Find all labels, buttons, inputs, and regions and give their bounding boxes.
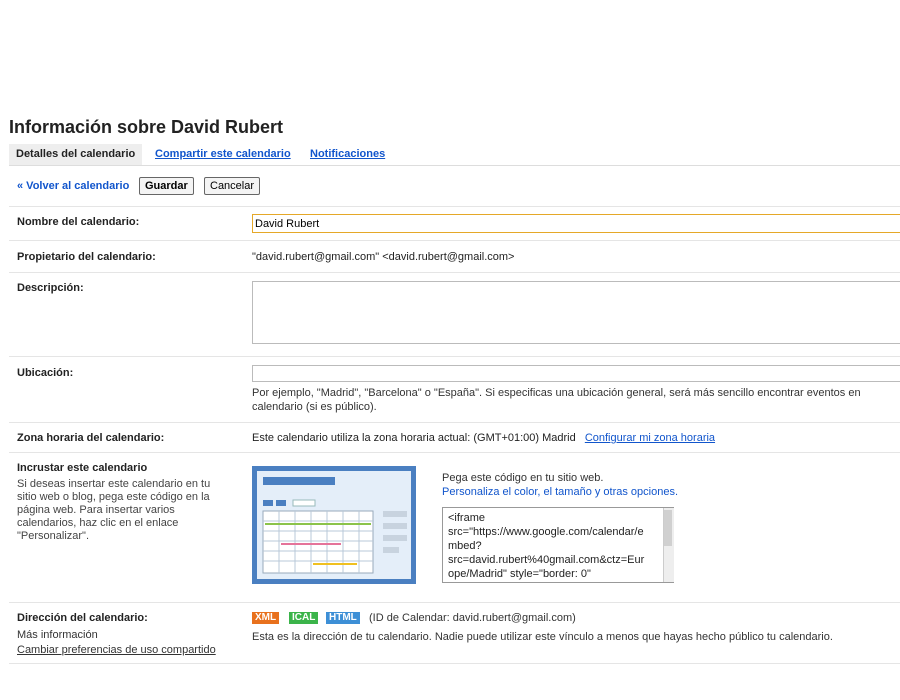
- change-sharing-link[interactable]: Cambiar preferencias de uso compartido: [17, 643, 216, 657]
- timezone-label: Zona horaria del calendario:: [17, 432, 165, 444]
- more-info-link[interactable]: Más información: [17, 628, 98, 642]
- divider: [9, 206, 900, 207]
- page-title: Información sobre David Rubert: [9, 117, 284, 137]
- action-bar: « Volver al calendario Guardar Cancelar: [17, 177, 417, 197]
- calendar-name-input[interactable]: [252, 214, 900, 233]
- paste-code-text: Pega este código en tu sitio web.: [442, 472, 604, 484]
- scrollbar-thumb[interactable]: [664, 510, 672, 546]
- calendar-address-label: Dirección del calendario:: [17, 612, 148, 624]
- calendar-id-text: (ID de Calendar: david.rubert@gmail.com): [369, 612, 576, 624]
- customize-link[interactable]: Personaliza el color, el tamaño y otras …: [442, 485, 678, 499]
- divider: [9, 356, 900, 357]
- save-button[interactable]: Guardar: [139, 177, 194, 195]
- location-label: Ubicación:: [17, 367, 74, 379]
- tab-share-calendar[interactable]: Compartir este calendario: [148, 144, 298, 165]
- divider: [9, 422, 900, 423]
- calendar-name-label: Nombre del calendario:: [17, 216, 140, 228]
- divider: [9, 602, 900, 603]
- embed-help-text: Si deseas insertar este calendario en tu…: [17, 478, 211, 542]
- calendar-address-note: Esta es la dirección de tu calendario. N…: [252, 631, 833, 643]
- owner-label: Propietario del calendario:: [17, 251, 156, 263]
- location-input[interactable]: [252, 365, 900, 382]
- xml-badge[interactable]: XML: [252, 612, 280, 624]
- divider: [9, 663, 900, 664]
- divider: [9, 452, 900, 453]
- location-hint: Por ejemplo, "Madrid", "Barcelona" o "Es…: [252, 387, 861, 413]
- description-textarea[interactable]: [252, 281, 900, 344]
- owner-value: "david.rubert@gmail.com" <david.rubert@g…: [252, 251, 515, 263]
- cancel-button[interactable]: Cancelar: [204, 177, 261, 195]
- configure-timezone-link[interactable]: Configurar mi zona horaria: [585, 432, 715, 444]
- back-to-calendar-link[interactable]: « Volver al calendario: [17, 180, 129, 192]
- calendar-embed-preview-image: [252, 466, 416, 584]
- html-badge[interactable]: HTML: [326, 612, 360, 624]
- ical-badge[interactable]: ICAL: [289, 612, 319, 624]
- timezone-text: Este calendario utiliza la zona horaria …: [252, 432, 576, 444]
- embed-label: Incrustar este calendario: [17, 462, 148, 474]
- description-label: Descripción:: [17, 282, 84, 294]
- embed-code-textarea[interactable]: <iframe src="https://www.google.com/cale…: [442, 507, 674, 583]
- tab-notifications[interactable]: Notificaciones: [303, 144, 392, 165]
- divider: [9, 240, 900, 241]
- tab-calendar-details[interactable]: Detalles del calendario: [9, 144, 143, 165]
- divider: [9, 272, 900, 273]
- tab-bar: Detalles del calendario Compartir este c…: [9, 144, 900, 166]
